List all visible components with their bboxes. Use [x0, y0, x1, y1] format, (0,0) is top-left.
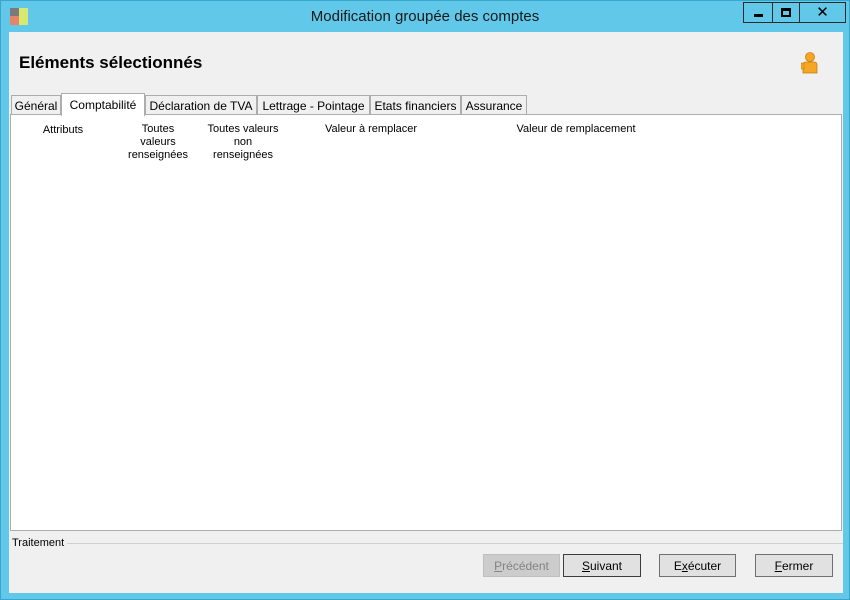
client-area: Eléments sélectionnés Général Comptabili… — [9, 32, 843, 593]
tab-declaration-tva[interactable]: Déclaration de TVA — [145, 95, 257, 115]
column-header-valeur-de-remplacement: Valeur de remplacement — [516, 123, 636, 135]
traitement-group: Traitement Précédent Suivant Ex écuter Fe… — [9, 537, 843, 593]
previous-button[interactable]: Précédent — [483, 554, 560, 577]
traitement-label: Traitement — [12, 537, 65, 549]
tab-panel-comptabilite: Attributs Toutes valeurs renseignées Tou… — [10, 114, 842, 531]
tab-assurance[interactable]: Assurance — [461, 95, 527, 115]
maximize-button[interactable] — [772, 2, 800, 23]
next-button[interactable]: Suivant — [563, 554, 641, 577]
close-icon: ✕ — [816, 3, 829, 21]
tab-lettrage-pointage[interactable]: Lettrage - Pointage — [257, 95, 370, 115]
column-header-valeur-a-remplacer: Valeur à remplacer — [324, 123, 418, 135]
column-header-toutes-valeurs-renseignees: Toutes valeurs renseignées — [128, 123, 188, 161]
close-button[interactable]: Fermer — [755, 554, 833, 577]
user-icon[interactable] — [801, 52, 819, 74]
minimize-button[interactable] — [743, 2, 772, 23]
tab-etats-financiers[interactable]: Etats financiers — [370, 95, 461, 115]
group-divider — [67, 543, 843, 544]
column-header-toutes-valeurs-non-renseignees: Toutes valeurs non renseignées — [207, 123, 279, 161]
column-header-attributs: Attributs — [42, 124, 84, 136]
title-bar[interactable]: Modification groupée des comptes ✕ — [1, 1, 849, 32]
close-window-button[interactable]: ✕ — [800, 2, 846, 23]
tab-general[interactable]: Général — [11, 95, 61, 115]
tab-comptabilite[interactable]: Comptabilité — [61, 93, 145, 116]
window-title: Modification groupée des comptes — [310, 8, 540, 25]
maximize-icon — [781, 8, 791, 17]
header: Eléments sélectionnés — [9, 32, 843, 92]
execute-button[interactable]: Ex écuter — [659, 554, 736, 577]
main-window: Modification groupée des comptes ✕ Eléme… — [0, 0, 850, 600]
minimize-icon — [753, 14, 763, 17]
page-title: Eléments sélectionnés — [19, 53, 203, 72]
